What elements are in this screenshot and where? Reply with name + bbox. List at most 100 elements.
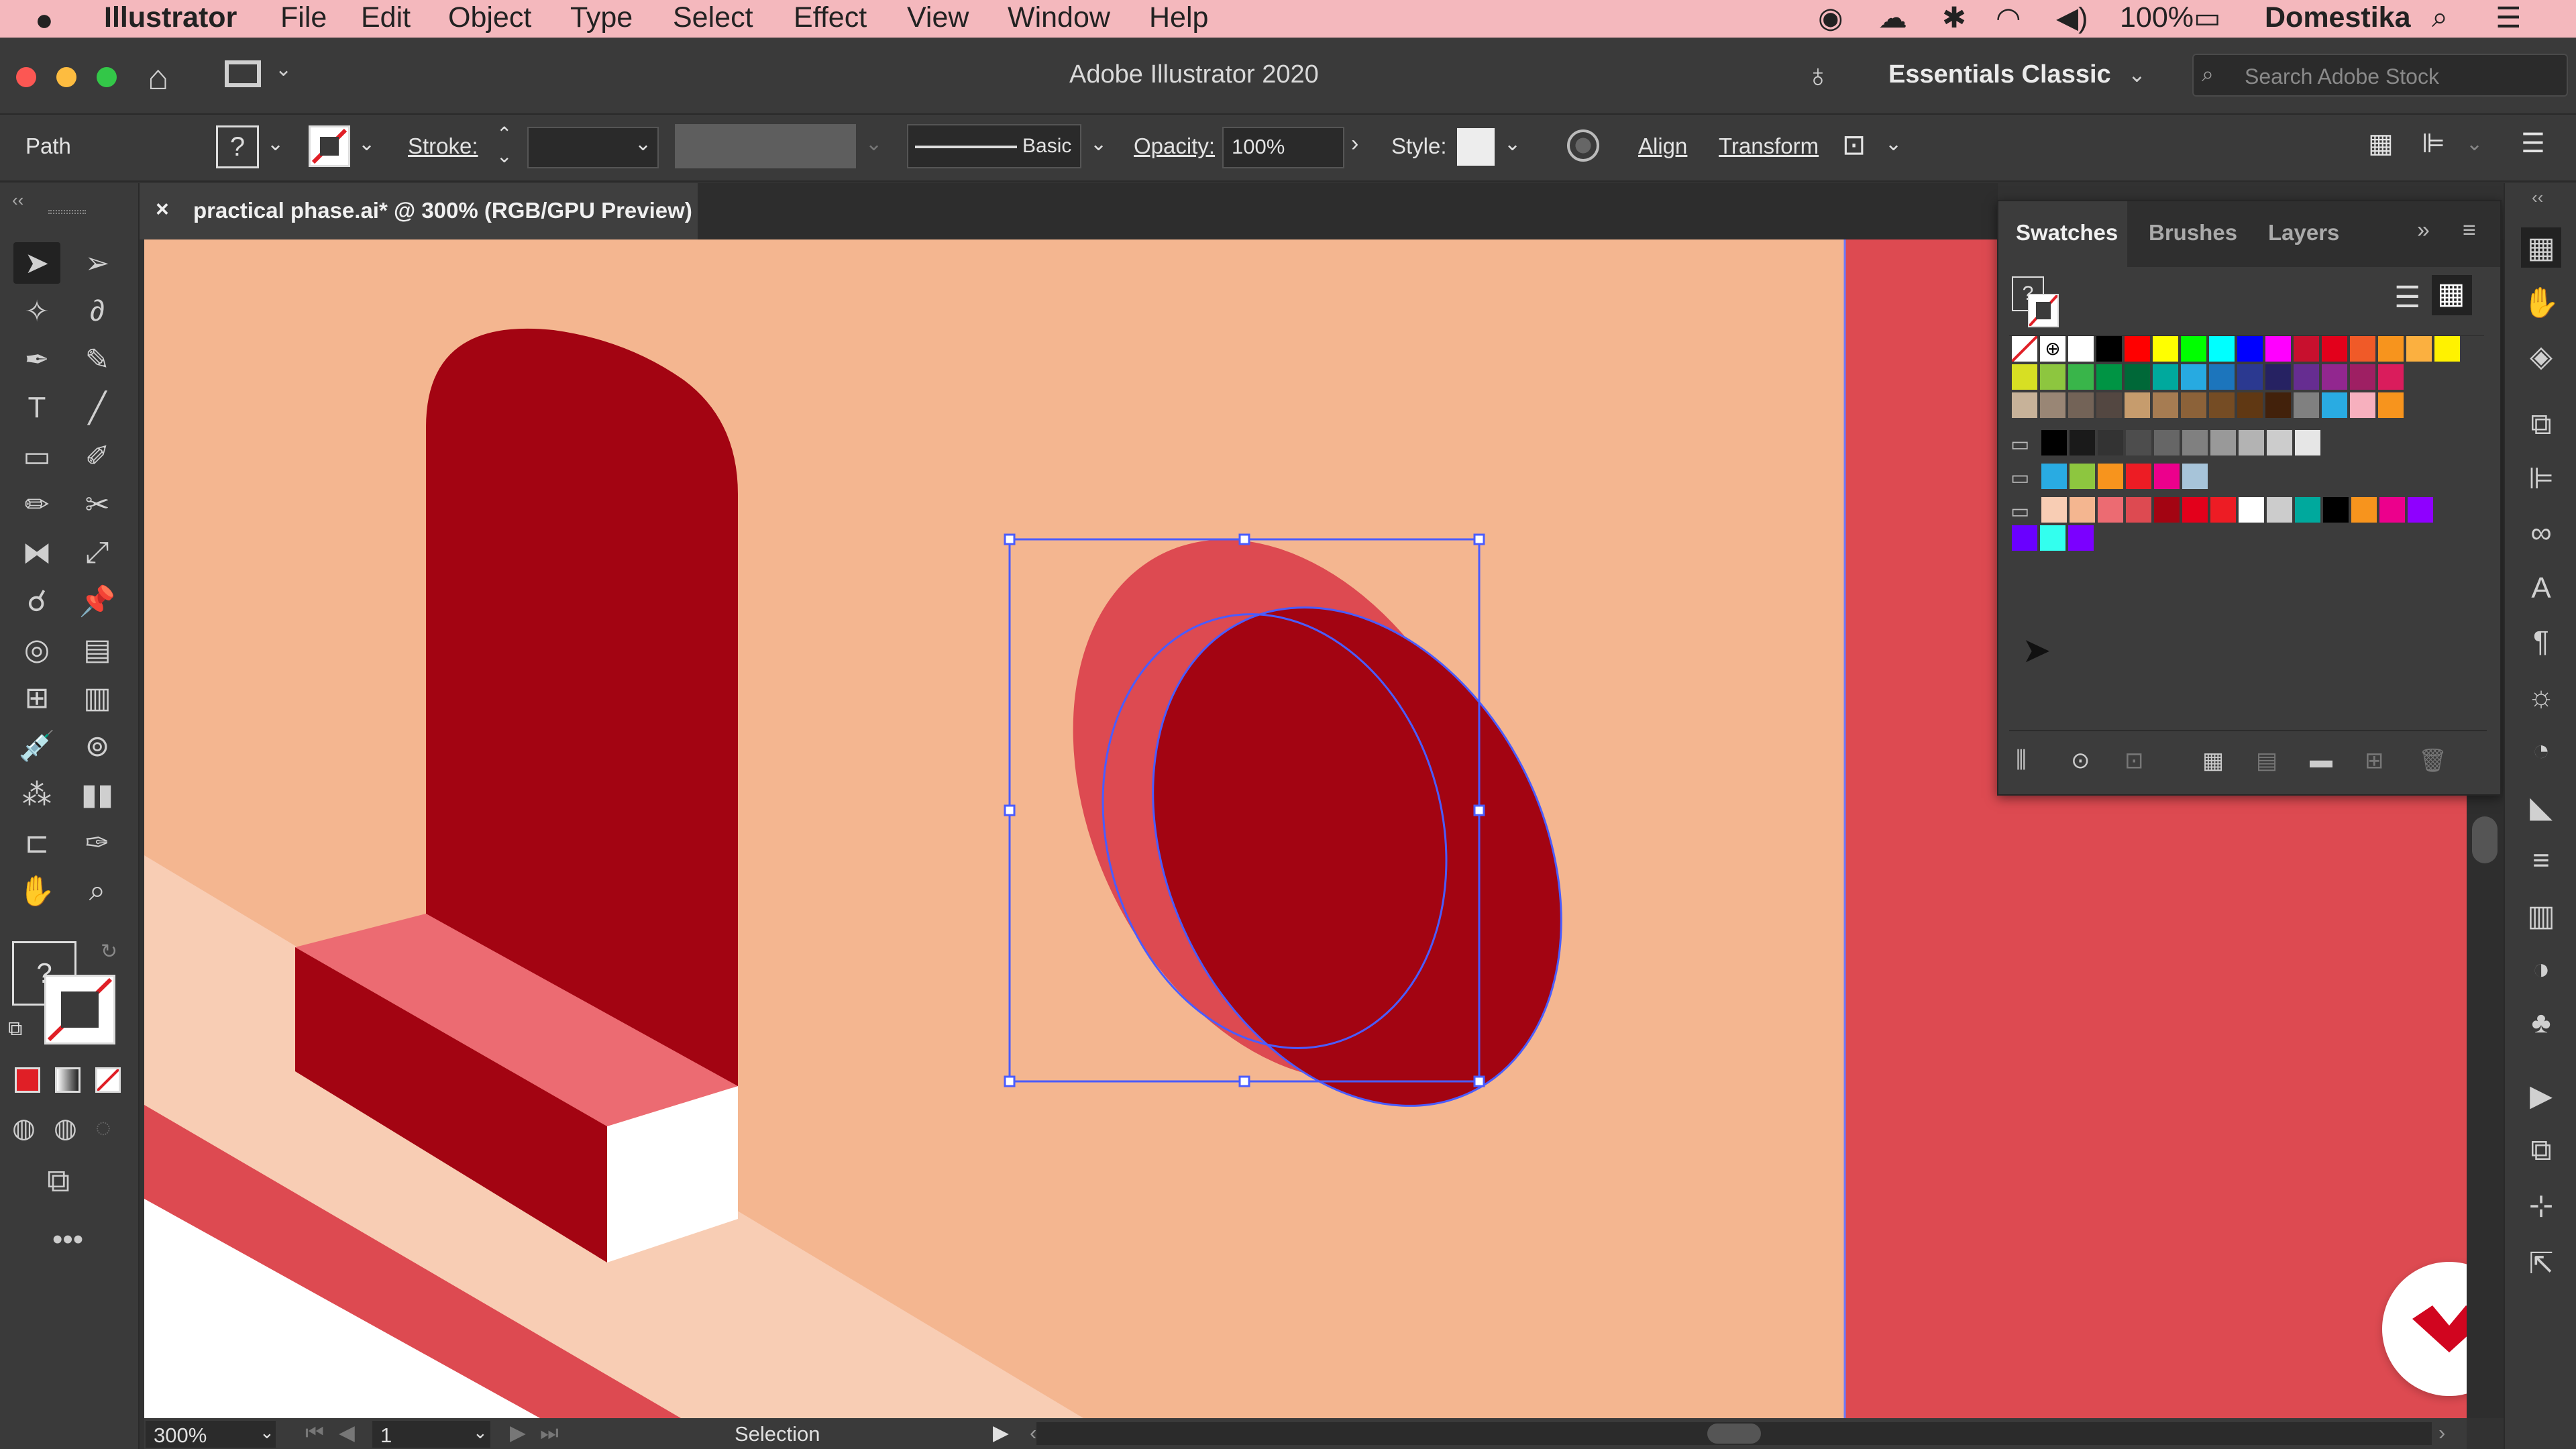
horizontal-scrollbar[interactable] — [1036, 1422, 2432, 1445]
stroke-weight-stepper[interactable]: ⌃ ⌄ — [496, 123, 512, 167]
scissors-tool-icon[interactable]: ✂ — [74, 484, 121, 525]
swatch[interactable] — [2098, 430, 2123, 455]
swatch[interactable] — [2406, 336, 2432, 362]
swatch[interactable] — [2267, 497, 2292, 523]
column-graph-tool-icon[interactable]: ▮▮ — [74, 773, 121, 815]
next-artboard-icon[interactable]: ▶ — [510, 1421, 526, 1445]
swatch[interactable] — [2295, 497, 2320, 523]
swatch[interactable] — [2041, 497, 2067, 523]
swatch[interactable] — [2408, 497, 2433, 523]
swatch[interactable] — [2267, 430, 2292, 455]
swatch-registration[interactable]: ⊕ — [2040, 336, 2065, 362]
menu-help[interactable]: Help — [1149, 1, 1208, 34]
screen-record-icon[interactable]: ◉ — [1818, 1, 1843, 35]
menu-file[interactable]: File — [280, 1, 327, 34]
color-guide-dock-icon[interactable]: ◣ — [2521, 787, 2561, 827]
transform-dock-icon[interactable]: ⊹ — [2521, 1185, 2561, 1226]
user-name[interactable]: Domestika — [2265, 1, 2410, 34]
swatch[interactable] — [2040, 364, 2065, 390]
swatch[interactable] — [2378, 336, 2404, 362]
align-dock-icon[interactable]: ⊫ — [2521, 458, 2561, 498]
last-artboard-icon[interactable]: ⏭ — [540, 1421, 559, 1446]
new-color-group-icon[interactable]: ▬ — [2310, 747, 2332, 773]
zoom-level-field[interactable]: 300% ⌄ — [146, 1421, 276, 1448]
stroke-swatch-none[interactable] — [44, 975, 115, 1044]
recolor-artwork-icon[interactable] — [1567, 129, 1599, 162]
menu-object[interactable]: Object — [448, 1, 531, 34]
zoom-window-button[interactable] — [97, 67, 117, 87]
arrange-icon[interactable]: ▦ — [2368, 128, 2394, 159]
collapse-toolbar-icon[interactable]: ‹‹ — [12, 190, 23, 211]
minimize-window-button[interactable] — [56, 67, 76, 87]
swatch[interactable] — [2294, 364, 2319, 390]
character-dock-icon[interactable]: A — [2521, 568, 2561, 608]
swatch[interactable] — [2434, 336, 2460, 362]
color-group-folder-icon[interactable]: ▭ — [2010, 433, 2029, 456]
swatch[interactable] — [2323, 497, 2349, 523]
spotlight-search-icon[interactable]: ⌕ — [2432, 1, 2448, 34]
type-tool-icon[interactable]: T — [13, 387, 60, 429]
swatch[interactable] — [2294, 336, 2319, 362]
swatch[interactable] — [2070, 464, 2095, 489]
toolbar-grip[interactable] — [48, 210, 86, 214]
swap-fill-stroke-icon[interactable]: ↻ — [101, 940, 117, 963]
fill-chevron-icon[interactable]: ⌄ — [267, 132, 284, 156]
horizontal-scroll-thumb[interactable] — [1707, 1424, 1761, 1444]
mesh-tool-icon[interactable]: ⊞ — [13, 677, 60, 718]
default-fill-stroke-icon[interactable]: ⧉ — [8, 1018, 22, 1040]
scroll-right-icon[interactable]: › — [2438, 1421, 2445, 1445]
color-dock-icon[interactable]: ◔ — [2521, 731, 2561, 771]
tab-brushes[interactable]: Brushes — [2149, 220, 2237, 246]
eyedropper-tool-icon[interactable]: 💉 — [13, 725, 60, 767]
draw-behind-icon[interactable]: ◍ — [54, 1113, 77, 1144]
swatch[interactable] — [2322, 392, 2347, 418]
brush-chevron-icon[interactable]: ⌄ — [1090, 132, 1107, 156]
swatch[interactable] — [2070, 497, 2095, 523]
swatch[interactable] — [2096, 336, 2122, 362]
isolate-object-icon[interactable]: ⊡ — [1842, 128, 1866, 161]
apple-menu-icon[interactable]: ● — [35, 1, 54, 38]
swatch[interactable] — [2041, 430, 2067, 455]
tab-layers[interactable]: Layers — [2268, 220, 2339, 246]
app-menu[interactable]: Illustrator — [104, 1, 237, 34]
home-icon[interactable]: ⌂ — [148, 58, 168, 98]
swatch[interactable] — [2068, 336, 2094, 362]
hand-tool-icon[interactable]: ✋ — [13, 870, 60, 912]
fill-unknown-swatch[interactable]: ? — [216, 125, 259, 168]
swatch[interactable] — [2181, 364, 2206, 390]
swatch[interactable] — [2012, 525, 2037, 551]
swatch[interactable] — [2154, 464, 2180, 489]
pathfinder-dock-icon[interactable]: ⧉ — [2521, 1130, 2561, 1171]
artboards-dock-icon[interactable]: ⧉ — [2521, 405, 2561, 445]
artboard-tool-icon[interactable]: ⊏ — [13, 822, 60, 863]
close-tab-icon[interactable]: × — [156, 197, 169, 223]
perspective-grid-tool-icon[interactable]: ▤ — [74, 629, 121, 670]
panel-expand-icon[interactable]: » — [2417, 217, 2430, 244]
first-artboard-icon[interactable]: ⏮ — [305, 1421, 324, 1446]
gradient-mode-button[interactable] — [55, 1067, 80, 1093]
swatch[interactable] — [2350, 336, 2375, 362]
scroll-left-icon[interactable]: ‹ — [1030, 1421, 1036, 1445]
arrange-documents-icon[interactable] — [225, 60, 261, 87]
opacity-label[interactable]: Opacity: — [1134, 133, 1215, 159]
line-segment-tool-icon[interactable]: ╱ — [74, 387, 121, 429]
workspace-chevron-icon[interactable]: ⌄ — [2128, 62, 2146, 87]
screen-mode-icon[interactable]: ⧉ — [47, 1163, 70, 1200]
magic-wand-tool-icon[interactable]: ✧ — [13, 290, 60, 332]
menu-effect[interactable]: Effect — [794, 1, 867, 34]
swatch[interactable] — [2210, 430, 2236, 455]
puppet-warp-tool-icon[interactable]: 📌 — [74, 580, 121, 622]
notification-center-icon[interactable]: ☰ — [2496, 1, 2522, 35]
slice-tool-icon[interactable]: ✑ — [74, 822, 121, 863]
swatch[interactable] — [2182, 430, 2208, 455]
grid-view-icon[interactable]: ▦ — [2432, 275, 2472, 315]
swatch[interactable] — [2126, 497, 2151, 523]
shaper-tool-icon[interactable]: ✏ — [13, 484, 60, 525]
swatch[interactable] — [2379, 497, 2405, 523]
swatch[interactable] — [2126, 464, 2151, 489]
swatch[interactable] — [2040, 525, 2065, 551]
swatch[interactable] — [2098, 497, 2123, 523]
curvature-tool-icon[interactable]: ✎ — [74, 339, 121, 380]
variable-width-profile[interactable] — [675, 124, 856, 168]
gradient-tool-icon[interactable]: ▥ — [74, 677, 121, 718]
